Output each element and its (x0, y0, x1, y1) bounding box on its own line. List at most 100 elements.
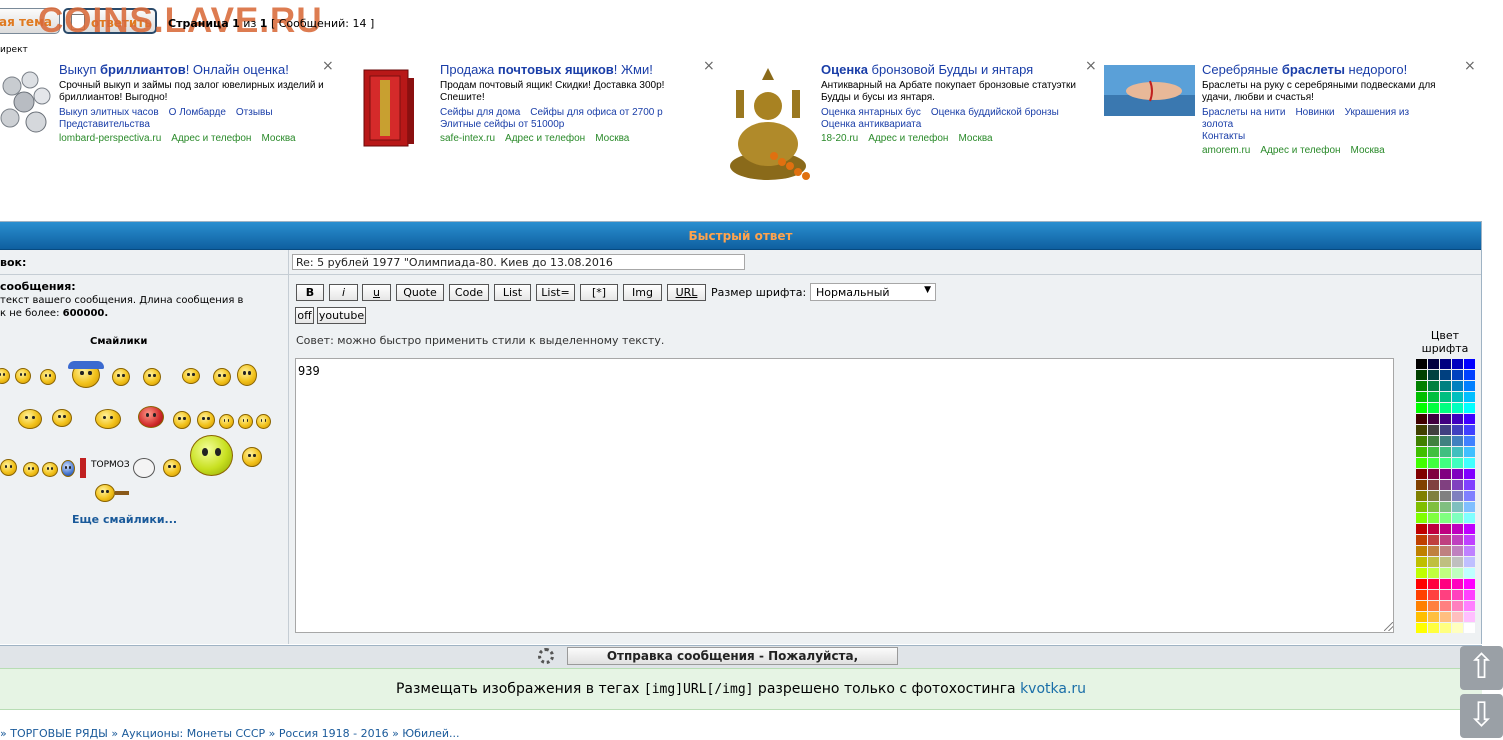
ad-block-4[interactable]: Серебряные браслеты недорого! Браслеты н… (1104, 58, 1479, 182)
bold-button[interactable]: B (296, 284, 324, 301)
color-swatch[interactable] (1452, 513, 1463, 523)
color-swatch[interactable] (1428, 469, 1439, 479)
color-swatch[interactable] (1464, 359, 1475, 369)
color-swatch[interactable] (1452, 623, 1463, 633)
color-swatch[interactable] (1452, 458, 1463, 468)
color-swatch[interactable] (1464, 370, 1475, 380)
smiley-icon[interactable] (237, 364, 257, 386)
list-button[interactable]: List (494, 284, 531, 301)
color-swatch[interactable] (1452, 557, 1463, 567)
cowboy-smiley-icon[interactable] (95, 409, 121, 429)
color-swatch[interactable] (1416, 359, 1427, 369)
color-swatch[interactable] (1464, 425, 1475, 435)
smiley-icon[interactable] (197, 411, 215, 429)
color-swatch[interactable] (1428, 458, 1439, 468)
color-swatch[interactable] (1416, 480, 1427, 490)
smiley-icon[interactable] (112, 368, 130, 386)
color-swatch[interactable] (1452, 414, 1463, 424)
color-swatch[interactable] (1428, 612, 1439, 622)
color-swatch[interactable] (1416, 524, 1427, 534)
font-size-select[interactable]: Нормальный ▼ (810, 283, 936, 301)
ad-link[interactable]: Контакты (1202, 131, 1245, 142)
color-swatch[interactable] (1452, 469, 1463, 479)
guitar-smiley-icon[interactable] (95, 484, 115, 502)
color-swatch[interactable] (1452, 502, 1463, 512)
color-swatch[interactable] (1428, 535, 1439, 545)
color-swatch[interactable] (1428, 579, 1439, 589)
color-swatch[interactable] (1464, 546, 1475, 556)
smiley-icon[interactable] (23, 462, 39, 477)
color-swatch[interactable] (1416, 568, 1427, 578)
color-swatch[interactable] (1440, 568, 1451, 578)
color-swatch[interactable] (1464, 590, 1475, 600)
color-swatch[interactable] (1416, 469, 1427, 479)
submit-button[interactable]: Отправка сообщения - Пожалуйста, подожди… (567, 647, 898, 680)
color-swatch[interactable] (1452, 370, 1463, 380)
color-swatch[interactable] (1416, 447, 1427, 457)
color-swatch[interactable] (1452, 535, 1463, 545)
color-swatch[interactable] (1428, 359, 1439, 369)
color-swatch[interactable] (1416, 436, 1427, 446)
underline-button[interactable]: u (362, 284, 391, 301)
color-swatch[interactable] (1428, 601, 1439, 611)
color-swatch[interactable] (1416, 579, 1427, 589)
close-icon[interactable]: × (322, 58, 334, 74)
resize-handle-icon[interactable] (1384, 622, 1393, 631)
color-swatch[interactable] (1440, 403, 1451, 413)
smiley-icon[interactable] (15, 368, 31, 384)
color-swatch[interactable] (1428, 491, 1439, 501)
color-swatch[interactable] (1440, 425, 1451, 435)
color-swatch[interactable] (1416, 623, 1427, 633)
color-swatch[interactable] (1428, 623, 1439, 633)
message-textarea[interactable]: 939 (295, 358, 1394, 633)
color-swatch[interactable] (1464, 392, 1475, 402)
color-swatch[interactable] (1452, 447, 1463, 457)
color-swatch[interactable] (1416, 546, 1427, 556)
color-swatch[interactable] (1416, 491, 1427, 501)
color-swatch[interactable] (1428, 414, 1439, 424)
color-swatch[interactable] (1440, 392, 1451, 402)
ad-link[interactable]: Представительства (59, 119, 150, 130)
color-swatch[interactable] (1440, 436, 1451, 446)
kvotka-link[interactable]: kvotka.ru (1020, 681, 1086, 697)
smiley-icon[interactable] (242, 447, 262, 467)
color-swatch[interactable] (1440, 524, 1451, 534)
color-swatch[interactable] (1428, 381, 1439, 391)
color-swatch[interactable] (1452, 546, 1463, 556)
ad-link[interactable]: Сейфы для офиса от 2700 р (530, 107, 662, 118)
color-swatch[interactable] (1464, 612, 1475, 622)
color-swatch[interactable] (1440, 546, 1451, 556)
color-swatch[interactable] (1452, 590, 1463, 600)
color-swatch[interactable] (1428, 392, 1439, 402)
big-smiley-icon[interactable] (190, 435, 233, 476)
color-swatch[interactable] (1452, 403, 1463, 413)
ad-link[interactable]: Отзывы (236, 107, 273, 118)
color-swatch[interactable] (1440, 579, 1451, 589)
color-swatch[interactable] (1452, 436, 1463, 446)
color-swatch[interactable] (1440, 359, 1451, 369)
color-swatch[interactable] (1416, 414, 1427, 424)
color-swatch[interactable] (1464, 535, 1475, 545)
color-swatch[interactable] (1428, 425, 1439, 435)
subject-input[interactable]: Re: 5 рублей 1977 "Олимпиада-80. Киев до… (292, 254, 745, 270)
ad-block-3[interactable]: Оценка бронзовой Будды и янтаря Антиквар… (722, 58, 1097, 182)
color-swatch[interactable] (1440, 557, 1451, 567)
color-swatch[interactable] (1440, 381, 1451, 391)
color-swatch[interactable] (1416, 557, 1427, 567)
exclamation-smiley-icon[interactable] (219, 414, 234, 429)
off-button[interactable]: off (295, 307, 314, 324)
color-swatch[interactable] (1428, 370, 1439, 380)
color-swatch[interactable] (1440, 414, 1451, 424)
ad-link[interactable]: О Ломбарде (169, 107, 226, 118)
color-swatch[interactable] (1464, 458, 1475, 468)
sunglasses-smiley-icon[interactable] (182, 368, 200, 384)
color-swatch[interactable] (1428, 546, 1439, 556)
color-swatch[interactable] (1464, 414, 1475, 424)
img-button[interactable]: Img (623, 284, 662, 301)
smiley-icon[interactable] (40, 369, 56, 385)
smiley-icon[interactable] (61, 460, 75, 477)
color-swatch[interactable] (1464, 524, 1475, 534)
color-swatch[interactable] (1416, 381, 1427, 391)
ad-link[interactable]: Сейфы для дома (440, 107, 520, 118)
breadcrumb[interactable]: » ТОРГОВЫЕ РЯДЫ » Аукционы: Монеты СССР … (0, 727, 460, 740)
